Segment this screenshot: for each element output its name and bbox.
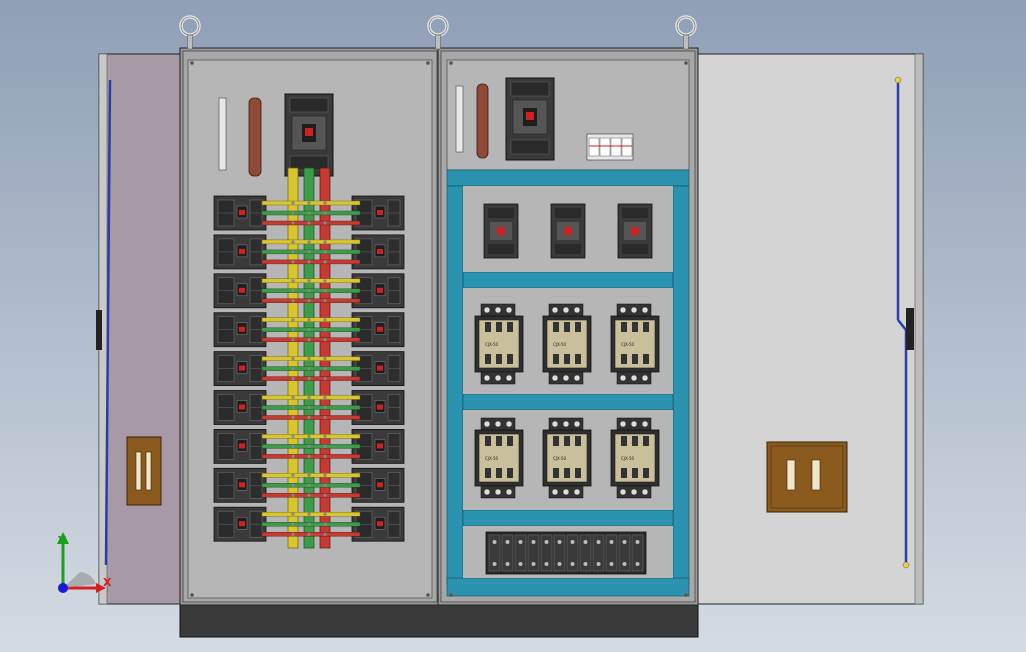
main-incoming-breaker — [284, 93, 334, 177]
feeder-breaker-left — [213, 506, 267, 542]
right-door-handle[interactable] — [766, 441, 848, 513]
contactor: CJX-50 — [610, 303, 660, 385]
motor-breaker — [483, 203, 519, 259]
feeder-breaker-left — [213, 390, 267, 425]
contactor: CJX-50 — [474, 417, 524, 499]
contactor-label: CJX-50 — [621, 456, 635, 461]
triad-x-label: X — [103, 576, 112, 589]
feeder-breaker-left — [213, 234, 267, 270]
left-door — [96, 53, 182, 605]
control-main-breaker — [505, 77, 555, 161]
contactor: CJX-50 — [542, 303, 592, 385]
feeder-breaker-left — [213, 312, 267, 348]
copper-ground-bar — [248, 97, 262, 177]
busbar-tap-links — [261, 473, 361, 498]
right-door — [696, 53, 924, 605]
cad-viewport[interactable]: CJX-50 CJX-50 CJX-50 CJX-50 CJX-50 CJX-5… — [0, 0, 1026, 652]
contactor-label: CJX-50 — [485, 456, 499, 461]
busbar-tap-links — [261, 512, 361, 537]
terminal-strip — [455, 85, 464, 153]
cabinet-plinth — [179, 602, 699, 638]
left-door-hinge — [96, 310, 102, 350]
contactor: CJX-50 — [542, 417, 592, 499]
feeder-breaker-left — [213, 273, 267, 309]
triad-y-label: Y — [57, 534, 67, 547]
feeder-breaker-left — [213, 467, 267, 503]
busbar-tap-links — [261, 278, 361, 303]
busbar-tap-links — [261, 395, 361, 420]
busbar-tap-links — [261, 317, 361, 342]
contactor: CJX-50 — [610, 417, 660, 499]
terminal-block-row — [485, 531, 647, 575]
busbar-tap-links — [261, 239, 361, 265]
contactor-label: CJX-50 — [553, 342, 567, 347]
contactor: CJX-50 — [474, 303, 524, 385]
right-mounting-plate: CJX-50 CJX-50 CJX-50 CJX-50 CJX-50 CJX-5… — [446, 59, 690, 597]
copper-ground-bar — [476, 83, 489, 159]
motor-breaker — [617, 203, 653, 259]
contactor-label: CJX-50 — [485, 342, 499, 347]
fuse-block — [586, 133, 634, 161]
busbar-tap-links — [261, 434, 361, 459]
terminal-strip — [218, 97, 227, 171]
feeder-breaker-left — [213, 195, 267, 231]
triad-z-axis — [58, 583, 68, 593]
busbar-tap-links — [261, 356, 361, 381]
feeder-breaker-left — [213, 351, 267, 387]
busbar-tap-links — [261, 200, 361, 226]
left-door-handle[interactable] — [126, 436, 162, 506]
motor-breaker — [550, 203, 586, 259]
contactor-label: CJX-50 — [553, 456, 567, 461]
feeder-breaker-left — [213, 428, 267, 464]
right-door-hinge — [906, 308, 914, 350]
contactor-label: CJX-50 — [621, 342, 635, 347]
